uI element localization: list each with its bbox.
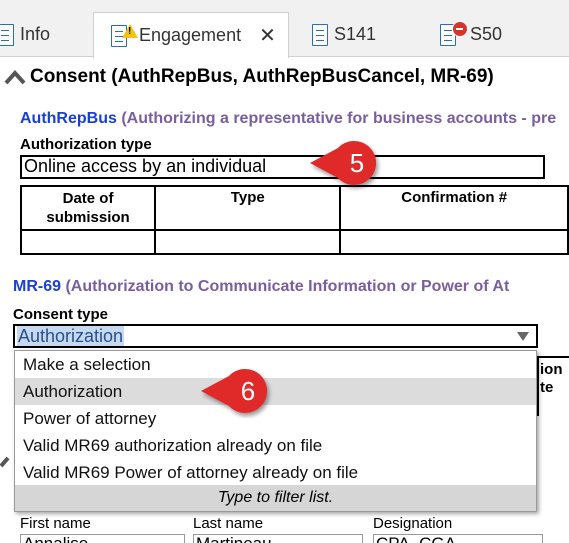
callout-5: 5 xyxy=(310,141,377,185)
authorization-type-field[interactable]: Online access by an individual xyxy=(20,155,545,179)
callout-6: 6 xyxy=(201,369,268,413)
close-icon[interactable]: ✕ xyxy=(259,23,276,48)
callout-6-number: 6 xyxy=(241,376,255,406)
authrepbus-heading: AuthRepBus (Authorizing a representative… xyxy=(20,110,556,128)
table-cell[interactable] xyxy=(154,229,342,255)
tab-engagement-label: Engagement xyxy=(139,25,242,45)
consent-type-value: Authorization xyxy=(17,326,125,346)
table-cell[interactable] xyxy=(339,229,569,255)
column-confirmation: Confirmation # xyxy=(339,185,569,231)
tab-s50-label: S50 xyxy=(470,24,503,44)
chevron-up-icon[interactable] xyxy=(4,69,26,85)
authrepbus-code: AuthRepBus xyxy=(20,110,117,127)
mr69-heading: MR-69 (Authorization to Communicate Info… xyxy=(13,278,509,296)
mr69-code: MR-69 xyxy=(13,278,62,295)
tab-bar: Info Engagement ✕ S141 S50 xyxy=(0,0,569,58)
option-authorization-on-file[interactable]: Valid MR69 authorization already on file xyxy=(15,432,536,459)
tab-info[interactable]: Info xyxy=(0,12,88,57)
designation-field[interactable]: CPA, CGA xyxy=(373,534,543,543)
authorization-type-label: Authorization type xyxy=(20,136,152,153)
hidden-column-text: ion xyxy=(540,361,563,378)
consent-type-select[interactable]: Authorization xyxy=(13,324,538,348)
last-name-label: Last name xyxy=(193,515,264,532)
column-date-of-submission: Date of submission xyxy=(19,185,157,231)
first-name-label: First name xyxy=(20,515,91,532)
option-power-of-attorney-on-file[interactable]: Valid MR69 Power of attorney already on … xyxy=(15,459,536,486)
tab-s141[interactable]: S141 xyxy=(312,12,412,57)
mr69-desc: (Authorization to Communicate Informatio… xyxy=(65,278,510,295)
tab-s141-label: S141 xyxy=(334,24,377,44)
first-name-field[interactable]: Annalise xyxy=(20,534,185,543)
tab-s50[interactable]: S50 xyxy=(440,12,540,57)
document-error-icon xyxy=(440,20,468,46)
document-icon xyxy=(312,23,328,46)
dropdown-arrow-icon[interactable] xyxy=(517,332,529,341)
document-icon xyxy=(0,23,14,46)
tab-info-label: Info xyxy=(20,24,51,44)
section-header[interactable]: Consent (AuthRepBus, AuthRepBusCancel, M… xyxy=(4,66,494,88)
section-title: Consent (AuthRepBus, AuthRepBusCancel, M… xyxy=(30,66,494,87)
consent-type-label: Consent type xyxy=(13,306,109,323)
hidden-column-text: te xyxy=(540,379,554,396)
authrepbus-desc: (Authorizing a representative for busine… xyxy=(121,110,557,127)
column-type: Type xyxy=(154,185,342,231)
table-cell[interactable] xyxy=(19,229,157,255)
submissions-table: Date of submission Type Confirmation # xyxy=(19,185,569,255)
last-name-field[interactable]: Martineau xyxy=(193,534,363,543)
tab-engagement[interactable]: Engagement ✕ xyxy=(93,12,289,58)
designation-label: Designation xyxy=(373,515,453,532)
document-warning-icon xyxy=(111,23,138,47)
chevron-up-icon[interactable] xyxy=(0,450,14,470)
callout-5-number: 5 xyxy=(350,148,364,178)
filter-hint: Type to filter list. xyxy=(15,485,536,511)
